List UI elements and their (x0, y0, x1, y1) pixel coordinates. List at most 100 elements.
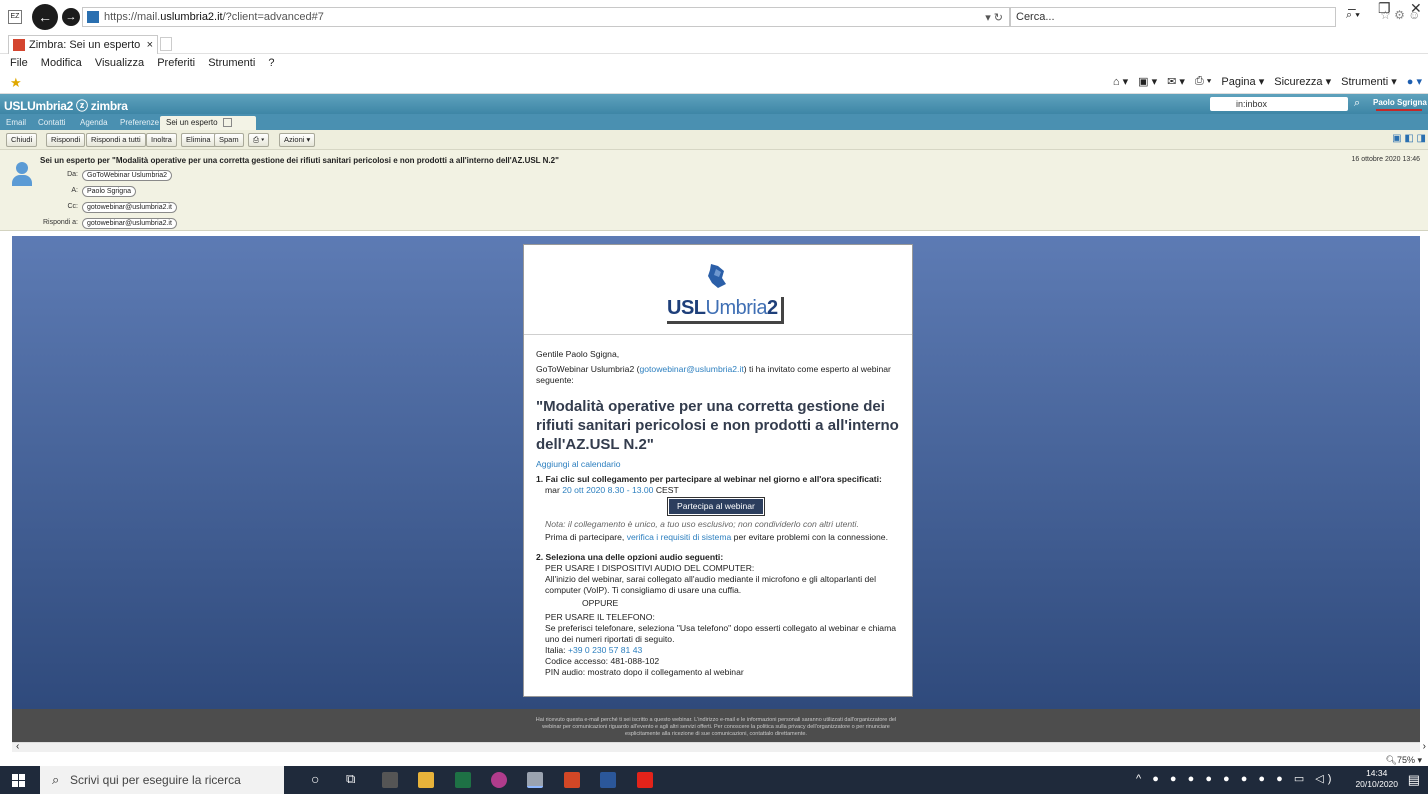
clock-time: 14:34 (1366, 768, 1388, 778)
actions-button[interactable]: Azioni ▾ (279, 133, 316, 147)
audio-options: PER USARE I DISPOSITIVI AUDIO DEL COMPUT… (536, 563, 904, 678)
reply-all-button[interactable]: Rispondi a tutti (86, 133, 146, 147)
add-calendar-link[interactable]: Aggiungi al calendario (536, 459, 904, 470)
zoom-level[interactable]: 🔍︎75% ▾ (1386, 755, 1422, 766)
calculator-icon[interactable] (382, 772, 398, 788)
tab-zimbra[interactable]: Zimbra: Sei un esperto per "... × (8, 35, 158, 69)
view-icons[interactable]: ▣ ◧ ◨ (1392, 133, 1426, 144)
privacy-note: Nota: il collegamento è unico, a tuo uso… (545, 519, 859, 529)
menu-help[interactable]: ? (268, 57, 274, 69)
notification-icon[interactable]: ▤ (1408, 772, 1420, 788)
umbria-region-icon (702, 261, 732, 291)
user-name[interactable]: Paolo Sgrigna (1373, 98, 1427, 107)
home-icon[interactable]: ⌂ ▾ (1113, 75, 1128, 88)
cc-bubble[interactable]: gotowebinar@uslumbria2.it (82, 202, 177, 213)
task-view-icon[interactable]: ⧉ (346, 771, 355, 787)
back-button[interactable]: ← (32, 4, 58, 30)
access-code: Codice accesso: 481-088-102 (545, 656, 660, 666)
date-suffix: CEST (653, 485, 679, 495)
webinar-date: mar 20 ott 2020 8.30 - 13.00 CEST (536, 485, 904, 496)
from-bubble[interactable]: GoToWebinar Uslumbria2 (82, 170, 173, 181)
menu-view[interactable]: Visualizza (95, 57, 144, 69)
clock[interactable]: 14:34 20/10/2020 (1355, 768, 1398, 790)
cc-label: Cc: (67, 203, 79, 210)
left-gutter (0, 236, 12, 752)
address-bar[interactable]: https://mail. uslumbria2.it/?client=advan… (82, 7, 1010, 27)
start-icon[interactable] (12, 774, 25, 787)
url-prefix: https://mail. (104, 11, 161, 23)
clock-date: 20/10/2020 (1355, 779, 1398, 789)
zimbra-search-icon[interactable]: ⌕ (1354, 97, 1360, 110)
tab-calendar[interactable]: Agenda (74, 116, 114, 130)
tray-icons[interactable]: ^ ● ● ● ● ● ● ● ● ▭ ◁) (1136, 772, 1335, 785)
menu-file[interactable]: File (10, 57, 28, 69)
forward-button-mail[interactable]: Inoltra (146, 133, 177, 147)
before-a: Prima di partecipare, (545, 532, 627, 542)
acrobat-icon[interactable] (637, 772, 653, 788)
taskbar-search-input[interactable]: Scrivi qui per eseguire la ricerca (40, 766, 284, 794)
reply-button[interactable]: Rispondi (46, 133, 86, 147)
ie-icon[interactable] (527, 772, 543, 788)
compat-icon[interactable]: EZ (8, 10, 22, 24)
app-icon[interactable] (491, 772, 507, 788)
favorites-star-icon[interactable]: ★ (10, 75, 22, 91)
zimbra-search-input[interactable]: in:inbox (1210, 97, 1348, 111)
cmd-tools[interactable]: Strumenti ▾ (1341, 75, 1397, 88)
browser-search-input[interactable]: Cerca... (1010, 7, 1336, 27)
tab-message-close-icon[interactable] (222, 118, 232, 128)
reply-to-bubble[interactable]: gotowebinar@uslumbria2.it (82, 218, 177, 229)
forward-button[interactable]: → (62, 8, 80, 26)
new-tab-button[interactable] (160, 37, 172, 51)
tab-message[interactable]: Sei un esperto (160, 116, 256, 130)
tab-email[interactable]: Email (0, 116, 32, 130)
italy-label: Italia: (545, 645, 568, 655)
url-domain: uslumbria2.it (160, 11, 223, 23)
system-requirements-link[interactable]: verifica i requisiti di sistema (627, 532, 732, 542)
cmd-security[interactable]: Sicurezza ▾ (1274, 75, 1331, 88)
step2-heading: 2. Seleziona una delle opzioni audio seg… (536, 552, 724, 562)
print-menu-button[interactable]: ⎙ ▾ (248, 133, 270, 147)
message-subject: Sei un esperto per "Modalità operative p… (40, 156, 559, 165)
cmd-page[interactable]: Pagina ▾ (1221, 75, 1264, 88)
favorites-bar: ★ ⌂ ▾ ▣ ▾ ✉ ▾ ⎙ ▾ Pagina ▾ Sicurezza ▾ S… (0, 72, 1428, 94)
logo-2: 2 (766, 297, 778, 319)
menu-edit[interactable]: Modifica (41, 57, 82, 69)
close-message-button[interactable]: Chiudi (6, 133, 38, 147)
date-link[interactable]: 20 ott 2020 8.30 - 13.00 (562, 485, 653, 495)
tab-contacts[interactable]: Contatti (32, 116, 72, 130)
greeting: Gentile Paolo Sgigna, (536, 349, 620, 359)
print-icon[interactable]: ⎙ ▾ (1195, 75, 1211, 88)
italy-number-link[interactable]: +39 0 230 57 81 43 (568, 645, 642, 655)
word-icon[interactable] (600, 772, 616, 788)
right-gutter (1420, 236, 1428, 752)
delete-button[interactable]: Elimina (181, 133, 216, 147)
footer-text: Hai ricevuto questa e-mail perché ti sei… (535, 717, 897, 737)
feeds-icon[interactable]: ▣ ▾ (1138, 75, 1157, 88)
cortana-icon[interactable]: ○ (311, 771, 319, 787)
menu-tools[interactable]: Strumenti (208, 57, 255, 69)
maximize-button[interactable]: ❐ (1378, 0, 1391, 17)
audio-pin: PIN audio: mostrato dopo il collegamento… (545, 667, 744, 677)
tab-preferences[interactable]: Preferenze (114, 116, 165, 130)
mail-icon[interactable]: ✉ ▾ (1167, 75, 1185, 88)
refresh-icon[interactable]: ▾ ↻ (985, 11, 1003, 24)
powerpoint-icon[interactable] (564, 772, 580, 788)
close-button[interactable]: ✕ (1410, 0, 1422, 17)
excel-icon[interactable] (455, 772, 471, 788)
file-explorer-icon[interactable] (418, 772, 434, 788)
scroll-right-icon[interactable]: › (1423, 741, 1426, 752)
email-footer: Hai ricevuto questa e-mail perché ti sei… (12, 709, 1420, 742)
scroll-left-icon[interactable]: ‹ (16, 741, 19, 752)
tab-close-icon[interactable]: × (147, 36, 153, 54)
horizontal-scrollbar[interactable]: ‹ › (12, 741, 1426, 752)
to-bubble[interactable]: Paolo Sgrigna (82, 186, 136, 197)
help-icon[interactable]: ● ▾ (1407, 75, 1422, 88)
spam-button[interactable]: Spam (214, 133, 244, 147)
menu-favorites[interactable]: Preferiti (157, 57, 195, 69)
email-logo-area: USLUmbria2 (524, 245, 912, 335)
organizer-email-link[interactable]: gotowebinar@uslumbria2.it (639, 364, 743, 374)
phone-title: PER USARE IL TELEFONO: (545, 612, 655, 622)
join-webinar-button[interactable]: Partecipa al webinar (667, 497, 765, 516)
join-webinar-label: Partecipa al webinar (669, 499, 763, 514)
minimize-button[interactable]: – (1348, 0, 1356, 16)
